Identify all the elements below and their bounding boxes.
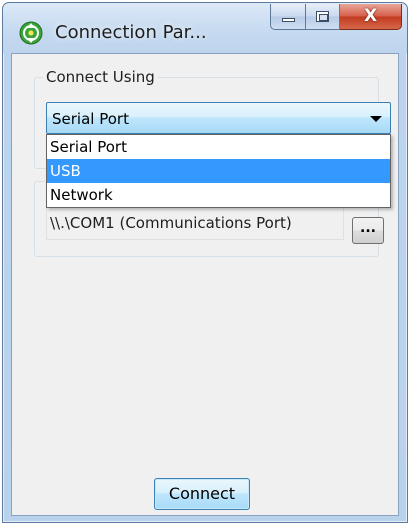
dialog-client-area: Connect Using \\.\COM1 (Communications P… <box>11 53 399 516</box>
minimize-button[interactable] <box>270 4 306 30</box>
connection-parameters-window: Connection Par... X Connect Using \\.\CO… <box>2 2 408 523</box>
dropdown-option-network[interactable]: Network <box>47 183 390 207</box>
connect-using-dropdown-list: Serial Port USB Network <box>46 134 391 208</box>
maximize-icon <box>316 11 329 22</box>
chevron-down-icon[interactable] <box>370 116 382 122</box>
browse-button[interactable]: ... <box>352 217 384 244</box>
minimize-icon <box>282 18 295 22</box>
connect-using-selected-value: Serial Port <box>52 110 129 128</box>
connect-using-combobox[interactable]: Serial Port <box>46 102 391 134</box>
dropdown-option-serial-port[interactable]: Serial Port <box>47 135 390 159</box>
title-bar[interactable]: Connection Par... X <box>3 3 407 53</box>
caption-buttons: X <box>270 4 402 30</box>
connect-button[interactable]: Connect <box>154 478 250 510</box>
port-value: \\.\COM1 (Communications Port) <box>50 214 292 232</box>
window-title: Connection Par... <box>55 22 207 43</box>
maximize-button[interactable] <box>306 4 340 30</box>
close-button[interactable]: X <box>340 4 402 30</box>
close-icon: X <box>363 6 378 26</box>
dropdown-option-usb[interactable]: USB <box>47 159 390 183</box>
connect-using-label: Connect Using <box>43 68 158 86</box>
port-field: \\.\COM1 (Communications Port) <box>46 206 344 240</box>
connection-parameters-icon <box>19 21 43 45</box>
